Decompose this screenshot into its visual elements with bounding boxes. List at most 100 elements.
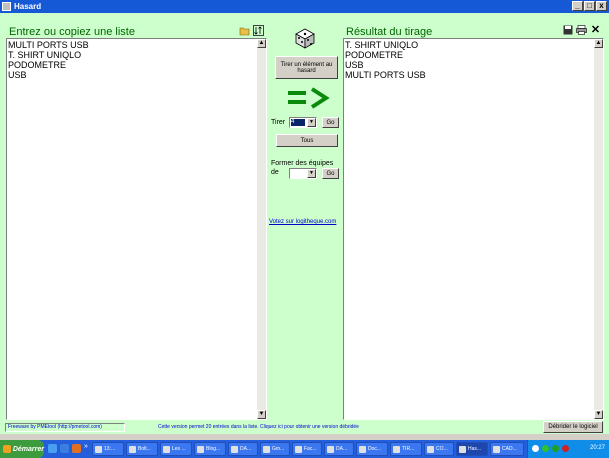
ie-icon[interactable] bbox=[60, 444, 69, 453]
taskbar-button[interactable]: Les ... bbox=[160, 442, 192, 456]
desktop-icon[interactable] bbox=[48, 444, 57, 453]
taskbar-button[interactable]: Fac... bbox=[292, 442, 322, 456]
draw-label: Tirer bbox=[271, 119, 286, 126]
go-teams-button[interactable]: Go bbox=[322, 168, 339, 179]
taskbar-button[interactable]: DA... bbox=[228, 442, 258, 456]
draw-one-button[interactable]: Tirer un élément au hasard bbox=[275, 56, 338, 79]
right-panel-title: Résultat du tirage bbox=[346, 26, 433, 38]
taskbar-button-label: Has... bbox=[468, 446, 482, 452]
taskbar-button-label: CO... bbox=[436, 446, 448, 452]
upgrade-message-link[interactable]: Cette version permet 20 entrées dans la … bbox=[158, 424, 359, 430]
taskbar-button[interactable]: Doc... bbox=[356, 442, 388, 456]
taskbar-button-label: Blog... bbox=[206, 446, 221, 452]
taskbar-button[interactable]: CAD... bbox=[490, 442, 524, 456]
start-button[interactable]: Démarrer bbox=[0, 440, 44, 458]
teams-label-de: de bbox=[271, 169, 279, 176]
taskbar-button[interactable]: 13:... bbox=[92, 442, 124, 456]
chevron-down-icon[interactable]: ▼ bbox=[307, 169, 316, 178]
taskbar-button[interactable]: Blog... bbox=[194, 442, 226, 456]
result-list-items: T. SHIRT UNIQLO PODOMETRE USB MULTI PORT… bbox=[345, 40, 426, 80]
scroll-down-icon[interactable]: ▼ bbox=[257, 410, 266, 419]
tray-expand-icon[interactable] bbox=[532, 445, 539, 452]
window-title: Hasard bbox=[14, 2, 42, 11]
input-list[interactable]: MULTI PORTS USB T. SHIRT UNIQLO PODOMETR… bbox=[6, 38, 267, 420]
list-item[interactable]: PODOMETRE bbox=[8, 60, 89, 70]
system-tray: 20:27 bbox=[527, 440, 609, 458]
window-icon bbox=[263, 446, 270, 453]
play-icon[interactable] bbox=[552, 445, 559, 452]
taskbar-button-active[interactable]: Has... bbox=[456, 442, 488, 456]
taskbar-button-label: TIR... bbox=[402, 446, 415, 452]
maximize-button[interactable]: □ bbox=[584, 1, 595, 11]
taskbar-button-label: Les ... bbox=[172, 446, 186, 452]
input-list-items: MULTI PORTS USB T. SHIRT UNIQLO PODOMETR… bbox=[8, 40, 89, 80]
result-list-scrollbar[interactable]: ▲ ▼ bbox=[594, 39, 603, 419]
list-item[interactable]: MULTI PORTS USB bbox=[345, 70, 426, 80]
taskbar-button-label: Doc... bbox=[368, 446, 382, 452]
app-client-area: Entrez ou copiez une liste MULTI PORTS U… bbox=[0, 13, 609, 434]
all-button[interactable]: Tous bbox=[276, 134, 338, 147]
print-icon[interactable] bbox=[576, 25, 587, 36]
taskbar: Démarrer » 13:... Bolt... Les ... Blog..… bbox=[0, 440, 609, 458]
teams-label: Former des équipes bbox=[271, 160, 334, 167]
taskbar-button[interactable]: Gm... bbox=[260, 442, 290, 456]
network-icon[interactable] bbox=[542, 445, 549, 452]
status-bar: Freeware by PMEtool (http://pmetool.com)… bbox=[0, 421, 609, 434]
teams-select[interactable]: ▼ bbox=[289, 168, 317, 179]
window-icon bbox=[359, 446, 366, 453]
window-icon bbox=[393, 446, 400, 453]
window-icon bbox=[427, 446, 434, 453]
go-draw-button[interactable]: Go bbox=[322, 117, 339, 128]
window-icon bbox=[327, 446, 334, 453]
minimize-button[interactable]: _ bbox=[572, 1, 583, 11]
firefox-icon[interactable] bbox=[72, 444, 81, 453]
taskbar-button-label: 13:... bbox=[104, 446, 116, 452]
list-item[interactable]: MULTI PORTS USB bbox=[8, 40, 89, 50]
taskbar-button-label: Fac... bbox=[304, 446, 317, 452]
taskbar-button[interactable]: TIR... bbox=[390, 442, 422, 456]
scroll-up-icon[interactable]: ▲ bbox=[257, 39, 266, 48]
draw-count-select[interactable]: 4 ▼ bbox=[289, 117, 317, 128]
list-item[interactable]: USB bbox=[8, 70, 89, 80]
scroll-up-icon[interactable]: ▲ bbox=[594, 39, 603, 48]
window-icon bbox=[95, 446, 102, 453]
sort-icon[interactable] bbox=[253, 25, 264, 36]
go-draw-label: Go bbox=[326, 119, 335, 126]
scroll-down-icon[interactable]: ▼ bbox=[594, 410, 603, 419]
draw-one-button-label: Tirer un élément au hasard bbox=[280, 61, 333, 74]
window-icon bbox=[493, 446, 500, 453]
clear-icon[interactable]: ✕ bbox=[590, 25, 601, 36]
list-item[interactable]: T. SHIRT UNIQLO bbox=[345, 40, 426, 50]
go-teams-label: Go bbox=[326, 170, 335, 177]
window-titlebar[interactable]: Hasard _ □ x bbox=[0, 0, 609, 13]
clock: 20:27 bbox=[589, 445, 605, 451]
chevron-down-icon[interactable]: ▼ bbox=[307, 118, 316, 127]
left-panel-title: Entrez ou copiez une liste bbox=[9, 26, 135, 38]
unlock-button[interactable]: Débrider le logiciel bbox=[543, 421, 603, 433]
dice-icon bbox=[293, 26, 317, 52]
result-list[interactable]: T. SHIRT UNIQLO PODOMETRE USB MULTI PORT… bbox=[343, 38, 604, 420]
overflow-chevron-icon[interactable]: » bbox=[84, 443, 88, 450]
window-icon bbox=[295, 446, 302, 453]
taskbar-button-label: DA... bbox=[240, 446, 252, 452]
open-folder-icon[interactable] bbox=[239, 25, 250, 36]
input-list-scrollbar[interactable]: ▲ ▼ bbox=[257, 39, 266, 419]
taskbar-button[interactable]: Bolt... bbox=[126, 442, 158, 456]
freeware-label: Freeware by PMEtool (http://pmetool.com) bbox=[5, 423, 125, 432]
taskbar-button-label: CAD... bbox=[502, 446, 517, 452]
close-button[interactable]: x bbox=[596, 1, 607, 11]
window-icon bbox=[231, 446, 238, 453]
list-item[interactable]: USB bbox=[345, 60, 426, 70]
unlock-button-label: Débrider le logiciel bbox=[548, 424, 598, 430]
save-icon[interactable] bbox=[562, 25, 573, 36]
window-icon bbox=[197, 446, 204, 453]
taskbar-button-label: Bolt... bbox=[138, 446, 151, 452]
taskbar-button[interactable]: DA... bbox=[324, 442, 354, 456]
taskbar-button[interactable]: CO... bbox=[424, 442, 454, 456]
list-item[interactable]: T. SHIRT UNIQLO bbox=[8, 50, 89, 60]
vote-link[interactable]: Votez sur logitheque.com bbox=[269, 219, 336, 225]
antivirus-icon[interactable] bbox=[562, 445, 569, 452]
list-item[interactable]: PODOMETRE bbox=[345, 50, 426, 60]
taskbar-button-label: Gm... bbox=[272, 446, 285, 452]
window-icon bbox=[129, 446, 136, 453]
